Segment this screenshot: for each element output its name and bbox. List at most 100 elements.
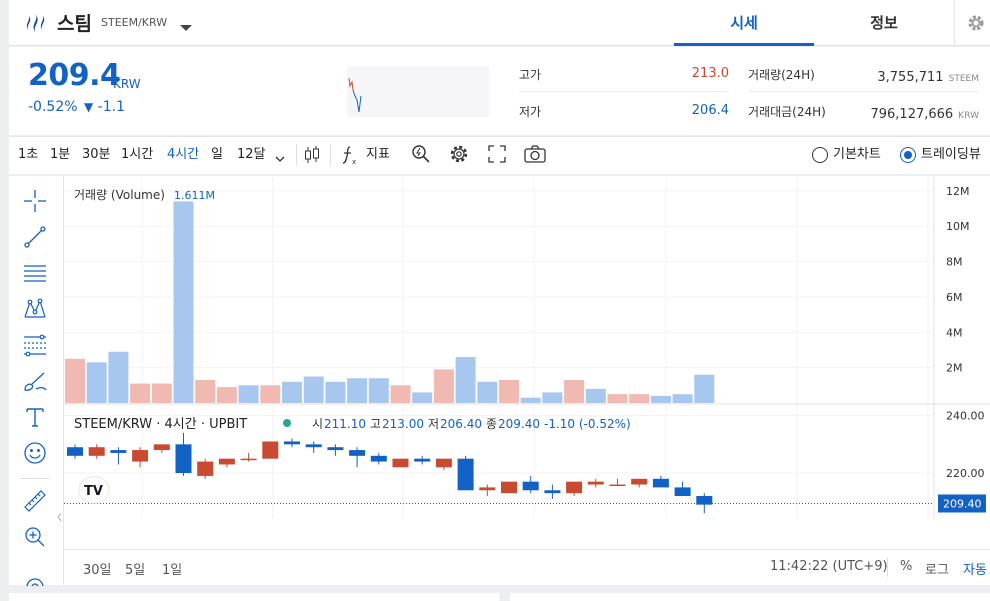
clock: 11:42:22 (UTC+9) [770, 559, 888, 574]
fib-icon[interactable] [22, 332, 48, 358]
candle-body [414, 458, 431, 462]
price-currency: KRW [113, 77, 141, 91]
gear-icon[interactable] [966, 13, 986, 33]
volume-bar [368, 378, 389, 403]
amount-24h-label: 거래대금(24H) [748, 105, 826, 119]
candle-body [587, 481, 604, 485]
candle-body [631, 478, 648, 485]
volume-bar [238, 385, 259, 403]
interval-button[interactable]: 1분 [50, 145, 70, 165]
candle-body [501, 481, 517, 494]
volume-bar [412, 392, 433, 403]
candle-body [132, 450, 149, 462]
interval-button[interactable]: 12달 [237, 145, 266, 165]
divider [887, 557, 888, 577]
alert-search-icon[interactable] [410, 143, 432, 165]
pair-dropdown-icon[interactable] [178, 18, 194, 31]
range-button[interactable]: 1일 [162, 559, 182, 578]
settings-icon[interactable] [448, 143, 470, 165]
tradingview-logo: TV [78, 476, 110, 504]
ohlc-low-value: 206.40 [440, 417, 482, 431]
ticker-divider [519, 91, 729, 92]
coin-name: 스팀 [57, 13, 92, 35]
interval-button[interactable]: 30분 [82, 145, 111, 165]
crosshair-icon[interactable] [22, 188, 48, 214]
high-value: 213.0 [691, 66, 729, 81]
collapse-toolbar-icon[interactable] [55, 508, 64, 526]
volume-bar [520, 397, 541, 403]
horizontal-lines-icon[interactable] [22, 260, 48, 286]
candle-body [175, 444, 192, 474]
trading-view-radio[interactable] [900, 147, 916, 163]
volume-bar [195, 380, 216, 403]
zoom-in-icon[interactable] [22, 524, 48, 550]
volume-bar [260, 385, 281, 403]
candle-body [67, 447, 83, 456]
trading-view-label: 트레이딩뷰 [921, 147, 981, 162]
brush-icon[interactable] [22, 368, 48, 394]
tb-divider [330, 144, 331, 166]
ohlc-change-value: -1.10 (-0.52%) [544, 417, 631, 431]
candle-body [153, 444, 170, 451]
volume-bar [303, 376, 324, 403]
range-button[interactable]: 5일 [125, 559, 145, 578]
emoji-icon[interactable] [22, 440, 48, 466]
candle-body [392, 458, 409, 468]
text-tool-icon[interactable] [22, 404, 48, 430]
low-label: 저가 [519, 105, 542, 119]
basic-chart-radio[interactable] [812, 147, 828, 163]
status-dot [283, 419, 291, 427]
volume-bar [542, 392, 563, 403]
price-legend-title: STEEM/KRW · 4시간 · UPBIT [74, 417, 247, 432]
auto-toggle[interactable]: 자동 [963, 559, 987, 578]
ohlc-high-value: 213.00 [382, 417, 424, 431]
candle-body [197, 461, 214, 476]
range-button[interactable]: 30일 [83, 559, 112, 578]
candle-body [88, 447, 105, 456]
pattern-icon[interactable] [22, 296, 48, 322]
change-pct: -0.52% [28, 99, 78, 115]
tab-info[interactable]: 정보 [814, 0, 954, 46]
volume-bar [607, 394, 628, 403]
volume-bar [499, 380, 519, 403]
interval-button[interactable]: 4시간 [167, 145, 199, 165]
amount-24h-value: 796,127,666 KRW [830, 103, 979, 122]
candle-body [522, 481, 539, 491]
volume-bar [672, 394, 693, 403]
last-price-label: 209.40 [943, 497, 982, 510]
log-toggle[interactable]: 로그 [925, 559, 949, 578]
magnet-icon[interactable] [22, 574, 48, 586]
candle-type-icon[interactable] [302, 144, 322, 166]
volume-24h-unit: STEEM [948, 74, 979, 84]
volume-axis-tick: 4M [946, 326, 963, 339]
price-chart[interactable]: 2M 4M 6M 8M 10M 12M 거래량 (Volume) 1.611M 220.00 24… [64, 177, 990, 522]
volume-bar [585, 388, 606, 403]
tab-price[interactable]: 시세 [674, 0, 814, 46]
volume-bar [477, 381, 498, 403]
indicator-fx-icon[interactable]: x [342, 144, 360, 166]
camera-icon[interactable] [523, 144, 547, 164]
low-value: 206.4 [691, 103, 729, 118]
ohlc-open-value: 211.10 [324, 417, 366, 431]
volume-bar [173, 201, 194, 403]
indicator-button[interactable]: 지표 [366, 145, 390, 165]
candle-body [609, 484, 626, 487]
percent-toggle[interactable]: % [900, 559, 912, 574]
volume-axis-tick: 10M [946, 220, 970, 233]
interval-button[interactable]: 1시간 [121, 145, 153, 165]
volume-bar [650, 395, 671, 403]
trend-line-icon[interactable] [22, 224, 48, 250]
fullscreen-icon[interactable] [487, 144, 507, 164]
interval-button[interactable]: 1초 [18, 145, 38, 165]
volume-legend-value: 1.611M [174, 189, 215, 202]
tb-divider [296, 144, 297, 166]
pair-label: STEEM/KRW [101, 16, 168, 29]
footer-left-panel [9, 593, 499, 601]
high-label: 고가 [519, 68, 542, 82]
candle-body [110, 450, 127, 453]
current-price: 209.4 [28, 58, 121, 93]
interval-dropdown-icon[interactable] [274, 149, 286, 162]
ruler-icon[interactable] [22, 488, 48, 514]
interval-button[interactable]: 일 [211, 145, 223, 165]
candle-body [457, 458, 474, 491]
